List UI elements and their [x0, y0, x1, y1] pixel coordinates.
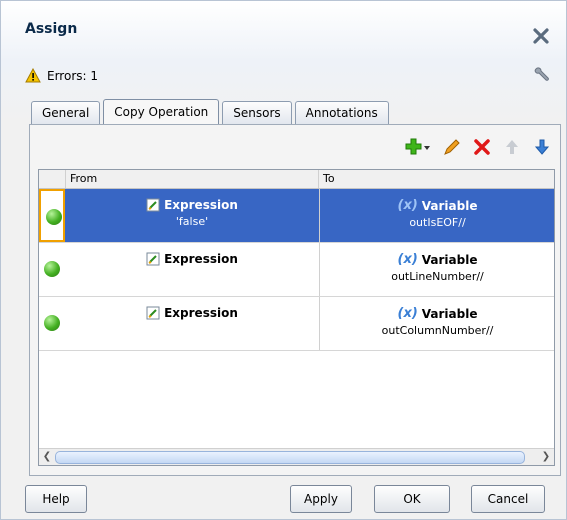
add-icon[interactable]	[404, 137, 432, 157]
dialog-title: Assign	[25, 21, 78, 37]
from-type-label: Expression	[164, 198, 238, 212]
delete-icon[interactable]	[472, 137, 492, 157]
tab-sensors[interactable]: Sensors	[222, 101, 292, 124]
to-cell[interactable]: (x) Variable outIsEOF//	[319, 189, 554, 242]
from-column-header[interactable]: From	[66, 170, 319, 188]
scroll-right-icon[interactable]: ❯	[539, 450, 553, 464]
assign-dialog: Assign Errors: 1 General Copy Operation …	[0, 0, 567, 520]
to-value: outIsEOF//	[409, 216, 466, 229]
from-cell[interactable]: Expression 'false'	[66, 189, 318, 242]
tab-copy-operation[interactable]: Copy Operation	[103, 99, 220, 124]
horizontal-scrollbar[interactable]: ❮ ❯	[39, 448, 554, 465]
status-cell	[39, 297, 65, 350]
copy-rules-table: From To Expression 'false' (x) Variable	[38, 169, 555, 466]
toolbar	[404, 137, 552, 157]
variable-icon: (x)	[397, 252, 418, 267]
status-ok-icon	[44, 315, 60, 331]
table-header: From To	[39, 170, 554, 189]
copy-operation-panel: From To Expression 'false' (x) Variable	[29, 124, 561, 476]
to-type-label: Variable	[421, 306, 478, 321]
from-type-label: Expression	[164, 252, 238, 266]
errors-indicator: Errors: 1	[25, 68, 98, 83]
apply-button[interactable]: Apply	[290, 485, 352, 513]
to-value: outColumnNumber//	[381, 324, 494, 337]
help-button[interactable]: Help	[25, 485, 87, 513]
warning-icon	[25, 68, 41, 83]
status-ok-icon	[46, 209, 62, 225]
ok-button[interactable]: OK	[374, 485, 450, 513]
table-row[interactable]: Expression (x) Variable outColumnNumber/…	[39, 297, 554, 351]
from-type-label: Expression	[164, 306, 238, 320]
scroll-left-icon[interactable]: ❮	[40, 450, 54, 464]
from-cell[interactable]: Expression	[66, 297, 318, 350]
to-cell[interactable]: (x) Variable outColumnNumber//	[319, 297, 554, 350]
errors-label: Errors: 1	[47, 68, 98, 83]
cancel-button[interactable]: Cancel	[471, 485, 545, 513]
to-column-header[interactable]: To	[319, 170, 554, 188]
status-ok-icon	[44, 261, 60, 277]
close-icon[interactable]	[531, 26, 551, 46]
edit-icon[interactable]	[442, 137, 462, 157]
move-up-icon[interactable]	[502, 137, 522, 157]
expression-icon	[146, 198, 160, 212]
expression-icon	[146, 306, 160, 320]
to-cell[interactable]: (x) Variable outLineNumber//	[319, 243, 554, 296]
from-value: 'false'	[175, 215, 209, 228]
status-cell	[39, 243, 65, 296]
wrench-icon[interactable]	[532, 65, 552, 85]
status-cell	[39, 189, 65, 242]
tab-bar: General Copy Operation Sensors Annotatio…	[31, 99, 392, 125]
variable-icon: (x)	[397, 198, 418, 213]
variable-icon: (x)	[397, 306, 418, 321]
expression-icon	[146, 252, 160, 266]
move-down-icon[interactable]	[532, 137, 552, 157]
tab-general[interactable]: General	[31, 101, 101, 124]
from-cell[interactable]: Expression	[66, 243, 318, 296]
to-value: outLineNumber//	[391, 270, 484, 283]
table-row[interactable]: Expression (x) Variable outLineNumber//	[39, 243, 554, 297]
tab-annotations[interactable]: Annotations	[294, 101, 389, 124]
status-column-header	[39, 170, 66, 188]
table-row[interactable]: Expression 'false' (x) Variable outIsEOF…	[39, 189, 554, 243]
scrollbar-thumb[interactable]	[55, 451, 525, 464]
to-type-label: Variable	[421, 252, 478, 267]
to-type-label: Variable	[421, 198, 478, 213]
